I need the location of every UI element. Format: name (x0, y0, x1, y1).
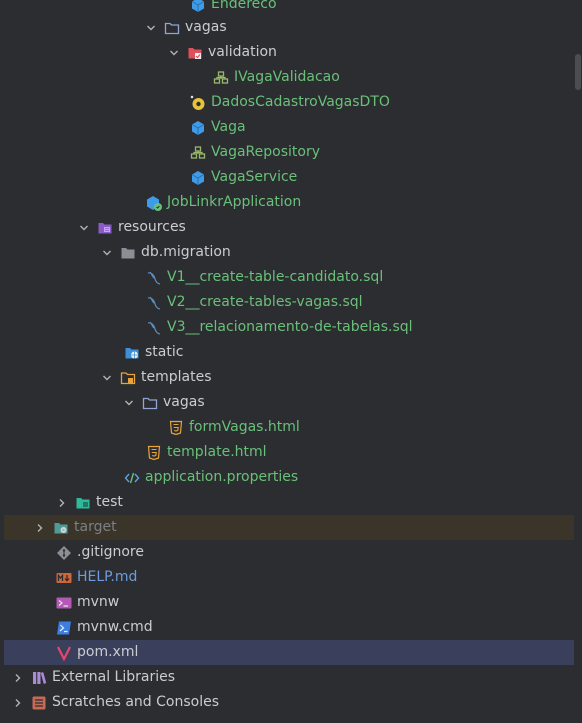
tree-item-label: V1__create-table-candidato.sql (167, 269, 384, 285)
folder-modified-icon (186, 44, 204, 62)
tree-item-label: V3__relacionamento-de-tabelas.sql (167, 319, 413, 335)
class-icon (189, 0, 207, 14)
package-folder-icon (163, 19, 181, 37)
chevron-down-icon[interactable] (144, 21, 158, 35)
spring-app-icon (145, 194, 163, 212)
tree-item-label: .gitignore (77, 544, 144, 560)
tree-item-application-properties[interactable]: application.properties (4, 465, 574, 490)
tree-item-external-libraries[interactable]: External Libraries (4, 665, 574, 690)
git-file-icon (55, 544, 73, 562)
chevron-right-icon[interactable] (11, 671, 25, 685)
tree-item-vagaservice[interactable]: VagaService (4, 165, 574, 190)
chevron-right-icon[interactable] (55, 496, 69, 510)
tree-item-vaga[interactable]: Vaga (4, 115, 574, 140)
tree-item-db-migration[interactable]: db.migration (4, 240, 574, 265)
tree-item-vagas-templates[interactable]: vagas (4, 390, 574, 415)
tree-item-test[interactable]: test (4, 490, 574, 515)
markdown-file-icon (55, 569, 73, 587)
tree-item-target[interactable]: target (4, 515, 574, 540)
chevron-down-icon[interactable] (77, 221, 91, 235)
sql-file-icon (145, 269, 163, 287)
tree-item-scratches-and-consoles[interactable]: Scratches and Consoles (4, 690, 574, 715)
interface-icon (189, 144, 207, 162)
tree-item-static[interactable]: static (4, 340, 574, 365)
chevron-down-icon[interactable] (167, 46, 181, 60)
tree-item-v2-sql[interactable]: V2__create-tables-vagas.sql (4, 290, 574, 315)
tree-item-dadoscadastrovagasdto[interactable]: DadosCadastroVagasDTO (4, 90, 574, 115)
tree-item-label: application.properties (145, 469, 299, 485)
tree-item-resources[interactable]: resources (4, 215, 574, 240)
tree-item-v3-sql[interactable]: V3__relacionamento-de-tabelas.sql (4, 315, 574, 340)
class-icon (189, 169, 207, 187)
tree-item-label: vagas (163, 394, 205, 410)
tree-item-help-md[interactable]: HELP.md (4, 565, 574, 590)
tree-item-template-html[interactable]: template.html (4, 440, 574, 465)
tree-item-label: templates (141, 369, 212, 385)
tree-item-label: Vaga (211, 119, 246, 135)
tree-item-mvnw-cmd[interactable]: mvnw.cmd (4, 615, 574, 640)
tree-item-templates[interactable]: templates (4, 365, 574, 390)
tree-item-label: template.html (167, 444, 267, 460)
tree-item-gitignore[interactable]: .gitignore (4, 540, 574, 565)
tree-item-vagas-package[interactable]: vagas (4, 15, 574, 40)
tree-item-label: V2__create-tables-vagas.sql (167, 294, 363, 310)
folder-icon (119, 244, 137, 262)
test-folder-icon (74, 494, 92, 512)
tree-item-label: DadosCadastroVagasDTO (211, 94, 390, 110)
chevron-down-icon[interactable] (122, 396, 136, 410)
tree-item-formvagas-html[interactable]: formVagas.html (4, 415, 574, 440)
chevron-right-icon[interactable] (33, 521, 47, 535)
tree-item-label: mvnw (77, 594, 120, 610)
tree-item-ivagavalidacao[interactable]: IVagaValidacao (4, 65, 574, 90)
tree-item-vagarepository[interactable]: VagaRepository (4, 140, 574, 165)
tree-item-label: resources (118, 219, 186, 235)
tree-item-label: target (74, 519, 117, 535)
excluded-folder-icon (52, 519, 70, 537)
scrollbar-thumb[interactable] (575, 54, 581, 90)
chevron-right-icon[interactable] (11, 696, 25, 710)
properties-file-icon (123, 469, 141, 487)
scratches-icon (30, 694, 48, 712)
tree-item-label: db.migration (141, 244, 231, 260)
resources-folder-icon (96, 219, 114, 237)
html-file-icon (167, 419, 185, 437)
sql-file-icon (145, 319, 163, 337)
templates-folder-icon (119, 369, 137, 387)
tree-item-joblinkrapplication[interactable]: JobLinkrApplication (4, 190, 574, 215)
project-tree: Endereco vagas validation IVagaValidacao… (0, 0, 582, 723)
interface-icon (212, 69, 230, 87)
tree-item-pom-xml[interactable]: pom.xml (4, 640, 574, 665)
cmd-script-icon (55, 619, 73, 637)
record-icon (189, 94, 207, 112)
tree-item-label: validation (208, 44, 277, 60)
tree-item-label: formVagas.html (189, 419, 300, 435)
library-icon (30, 669, 48, 687)
tree-item-v1-sql[interactable]: V1__create-table-candidato.sql (4, 265, 574, 290)
tree-item-label: Scratches and Consoles (52, 694, 219, 710)
tree-item-label: static (145, 344, 184, 360)
sql-file-icon (145, 294, 163, 312)
web-folder-icon (123, 344, 141, 362)
class-icon (189, 119, 207, 137)
tree-item-label: JobLinkrApplication (167, 194, 302, 210)
vertical-scrollbar[interactable] (574, 0, 582, 723)
tree-item-label: External Libraries (52, 669, 175, 685)
chevron-down-icon[interactable] (100, 246, 114, 260)
html-file-icon (145, 444, 163, 462)
tree-item-label: VagaRepository (211, 144, 320, 160)
folder-icon (141, 394, 159, 412)
chevron-down-icon[interactable] (100, 371, 114, 385)
tree-item-label: vagas (185, 19, 227, 35)
tree-item-label: IVagaValidacao (234, 69, 340, 85)
tree-item-mvnw[interactable]: mvnw (4, 590, 574, 615)
tree-item-label: mvnw.cmd (77, 619, 153, 635)
tree-item-label: pom.xml (77, 644, 139, 660)
shell-script-icon (55, 594, 73, 612)
tree-item-validation[interactable]: validation (4, 40, 574, 65)
tree-item-label: HELP.md (77, 569, 138, 585)
tree-item-label: VagaService (211, 169, 298, 185)
tree-item-label: test (96, 494, 123, 510)
maven-file-icon (55, 644, 73, 662)
